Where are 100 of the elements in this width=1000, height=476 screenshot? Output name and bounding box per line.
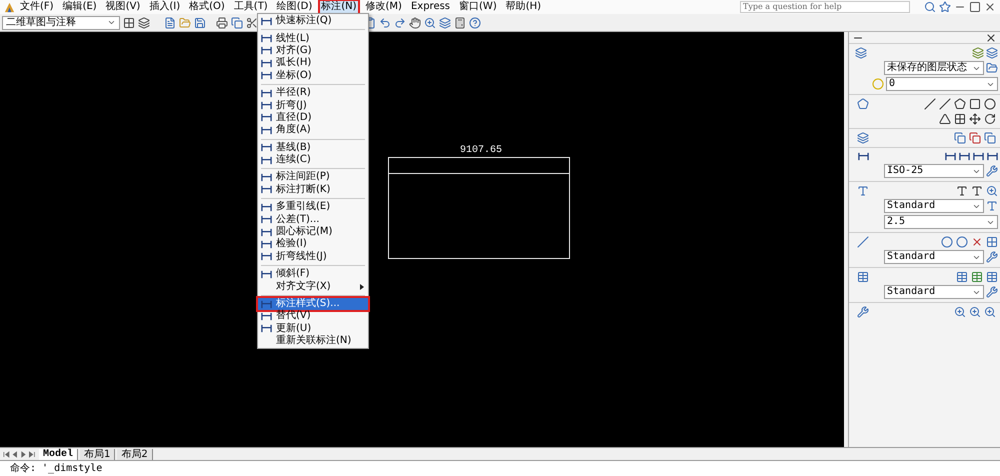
layers-icon[interactable] — [439, 16, 451, 28]
dropdown-field[interactable]: ISO-25 — [884, 164, 984, 178]
rectangle-icon[interactable] — [969, 98, 981, 110]
layers-icon[interactable] — [857, 132, 869, 144]
remove-leader-icon[interactable] — [971, 236, 983, 248]
zoom-icon[interactable] — [986, 185, 998, 197]
menu-item[interactable]: 更新(U) — [258, 322, 368, 335]
zoom-icon[interactable] — [984, 306, 996, 318]
menu-item[interactable]: 替代(V) — [258, 310, 368, 323]
zoom-icon[interactable] — [954, 306, 966, 318]
menu-item[interactable]: 弧长(H) — [258, 57, 368, 70]
text-style-icon[interactable] — [986, 200, 998, 212]
shapes-icon[interactable] — [857, 98, 869, 110]
menu-item[interactable]: 绘图(D) — [276, 1, 314, 13]
copy-icon[interactable] — [954, 132, 966, 144]
menu-item[interactable]: 工具(T) — [232, 1, 269, 13]
redo-icon[interactable] — [394, 16, 406, 28]
menu-item[interactable]: 修改(M) — [364, 1, 403, 13]
array-icon[interactable] — [954, 113, 966, 125]
line-icon[interactable] — [924, 98, 936, 110]
star-icon[interactable] — [939, 1, 951, 13]
close-icon[interactable] — [985, 32, 997, 44]
table-icon[interactable] — [986, 271, 998, 283]
menu-item[interactable]: 标注打断(K) — [258, 184, 368, 196]
workspace-dropdown[interactable]: 二维草图与注释 — [2, 16, 120, 30]
calculator-icon[interactable] — [454, 16, 466, 28]
polygon-icon[interactable] — [954, 98, 966, 110]
zoom-icon[interactable] — [424, 16, 436, 28]
style-icon[interactable] — [986, 251, 998, 263]
zoom-icon[interactable] — [969, 306, 981, 318]
dropdown-field[interactable]: Standard — [884, 250, 984, 264]
copy-icon[interactable] — [984, 132, 996, 144]
style-icon[interactable] — [986, 286, 998, 298]
menu-item[interactable]: 直径(D) — [258, 112, 368, 124]
menu-item[interactable]: Express — [410, 1, 452, 13]
menu-item[interactable]: 插入(I) — [148, 1, 182, 13]
menu-item[interactable]: 半径(R) — [258, 86, 368, 100]
close-icon[interactable] — [984, 1, 996, 13]
tools-icon[interactable] — [857, 306, 869, 318]
dropdown-field[interactable]: 未保存的图层状态 — [884, 61, 984, 75]
table-icon[interactable] — [971, 271, 983, 283]
dropdown-field[interactable]: 0 — [886, 77, 998, 91]
circle-icon[interactable] — [984, 98, 996, 110]
menu-item[interactable]: 线性(L) — [258, 32, 368, 45]
layers-icon[interactable] — [972, 47, 984, 59]
layout-tab[interactable]: 布局1 — [80, 448, 116, 460]
menu-item[interactable]: 编辑(E) — [62, 1, 98, 13]
table-icon[interactable] — [857, 271, 869, 283]
menu-item[interactable]: 文件(F) — [19, 1, 55, 13]
layout-tab[interactable]: Model — [39, 448, 78, 460]
menu-item[interactable]: 公差(T)... — [258, 213, 368, 226]
menu-item[interactable]: 帮助(H) — [504, 1, 542, 13]
undo-icon[interactable] — [379, 16, 391, 28]
layers-icon[interactable] — [986, 47, 998, 59]
menu-item[interactable]: 格式(O) — [188, 1, 226, 13]
menu-item[interactable]: 窗口(W) — [458, 1, 498, 13]
style-icon[interactable] — [986, 165, 998, 177]
menu-item[interactable]: 检验(I) — [258, 238, 368, 251]
layout-tab[interactable]: 布局2 — [117, 448, 153, 460]
menu-item[interactable]: 对齐文字(X) — [258, 280, 368, 293]
menu-item[interactable]: 重新关联标注(N) — [258, 334, 368, 348]
polyline-icon[interactable] — [939, 98, 951, 110]
new-file-icon[interactable] — [164, 16, 176, 28]
menu-item[interactable]: 坐标(O) — [258, 70, 368, 82]
copy-icon[interactable] — [969, 132, 981, 144]
restore-icon[interactable] — [969, 1, 981, 13]
help-icon[interactable] — [469, 16, 481, 28]
menu-item[interactable]: 标注间距(P) — [258, 171, 368, 184]
layers-icon[interactable] — [138, 16, 150, 28]
move-icon[interactable] — [969, 113, 981, 125]
scissors-icon[interactable] — [246, 16, 258, 28]
tab-navigation-icon[interactable] — [3, 450, 37, 458]
dropdown-field[interactable]: 2.5 — [884, 215, 998, 229]
menu-item[interactable]: 标注样式(S)... — [258, 298, 368, 310]
menu-item[interactable]: 快速标注(Q) — [258, 15, 368, 28]
menu-item[interactable]: 多重引线(E) — [258, 201, 368, 214]
dropdown-field[interactable]: Standard — [884, 285, 984, 299]
dropdown-field[interactable]: Standard — [884, 199, 984, 213]
folder-icon[interactable] — [986, 62, 998, 74]
grid-icon[interactable] — [123, 16, 135, 28]
menu-item[interactable]: 倾斜(F) — [258, 268, 368, 280]
layers-icon[interactable] — [854, 47, 866, 59]
menu-item[interactable]: 视图(V) — [104, 1, 142, 13]
menu-item[interactable]: 连续(C) — [258, 154, 368, 166]
copy-icon[interactable] — [231, 16, 243, 28]
menu-item[interactable]: 基线(B) — [258, 142, 368, 154]
help-search-field[interactable]: Type a question for help — [740, 1, 910, 13]
menu-item[interactable]: 对齐(G) — [258, 44, 368, 58]
menu-item[interactable]: 圆心标记(M) — [258, 226, 368, 238]
menu-item[interactable]: 标注(N) — [320, 1, 358, 13]
rotate-icon[interactable] — [984, 113, 996, 125]
search-icon[interactable] — [924, 1, 936, 13]
menu-item[interactable]: 折弯线性(J) — [258, 250, 368, 264]
text-icon[interactable] — [956, 185, 968, 197]
menu-item[interactable]: 折弯(J) — [258, 99, 368, 112]
text-icon[interactable] — [971, 185, 983, 197]
table-icon[interactable] — [956, 271, 968, 283]
printer-icon[interactable] — [216, 16, 228, 28]
pan-icon[interactable] — [409, 16, 421, 28]
save-icon[interactable] — [194, 16, 206, 28]
